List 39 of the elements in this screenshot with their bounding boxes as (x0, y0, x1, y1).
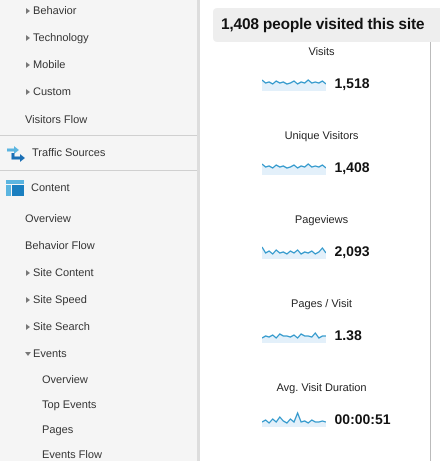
sparkline (262, 410, 326, 427)
caret-right-icon (25, 270, 31, 276)
layout-icon (6, 180, 24, 196)
metric-label: Avg. Visit Duration (276, 382, 367, 396)
nav-item[interactable]: Pages (0, 417, 197, 442)
metric-value: 00:00:51 (334, 410, 391, 426)
nav-item[interactable]: Technology (0, 24, 197, 51)
metric-value: 1.38 (334, 326, 362, 342)
caret-right-icon (25, 8, 31, 14)
metric-label: Visits (308, 46, 335, 60)
nav-item[interactable]: Site Content (0, 259, 197, 286)
nav-item[interactable]: Visitors Flow (0, 105, 197, 135)
section-header[interactable]: Content (0, 171, 197, 205)
metric-value: 1,518 (334, 74, 370, 90)
nav-item[interactable]: Site Search (0, 313, 197, 340)
nav-item[interactable]: Overview (0, 367, 197, 392)
caret-right-icon (25, 324, 31, 330)
caret-down-icon (25, 350, 31, 356)
metric-label: Unique Visitors (284, 130, 358, 144)
nav-item[interactable]: Site Speed (0, 286, 197, 313)
nav-item[interactable]: Events Flow (0, 442, 197, 461)
nav-item[interactable]: Mobile (0, 51, 197, 78)
caret-right-icon (25, 62, 31, 68)
metric-value: 2,093 (334, 242, 370, 258)
arrows-icon (6, 144, 25, 162)
nav-item[interactable]: Behavior Flow (0, 232, 197, 259)
nav-item[interactable]: Custom (0, 78, 197, 105)
nav-item[interactable]: Top Events (0, 392, 197, 417)
caret-right-icon (25, 88, 31, 94)
caret-right-icon (25, 34, 31, 40)
caret-right-icon (25, 296, 31, 302)
summary-title: 1,408 people visited this site (213, 8, 440, 42)
nav-item[interactable]: Overview (0, 205, 197, 232)
section-header[interactable]: Traffic Sources (0, 136, 197, 170)
metric-label: Pageviews (294, 214, 348, 228)
nav-item[interactable]: Behavior (0, 0, 197, 24)
nav-item[interactable]: Events (0, 340, 197, 367)
metric-label: Pages / Visit (291, 298, 352, 312)
metric-value: 1,408 (334, 158, 370, 174)
